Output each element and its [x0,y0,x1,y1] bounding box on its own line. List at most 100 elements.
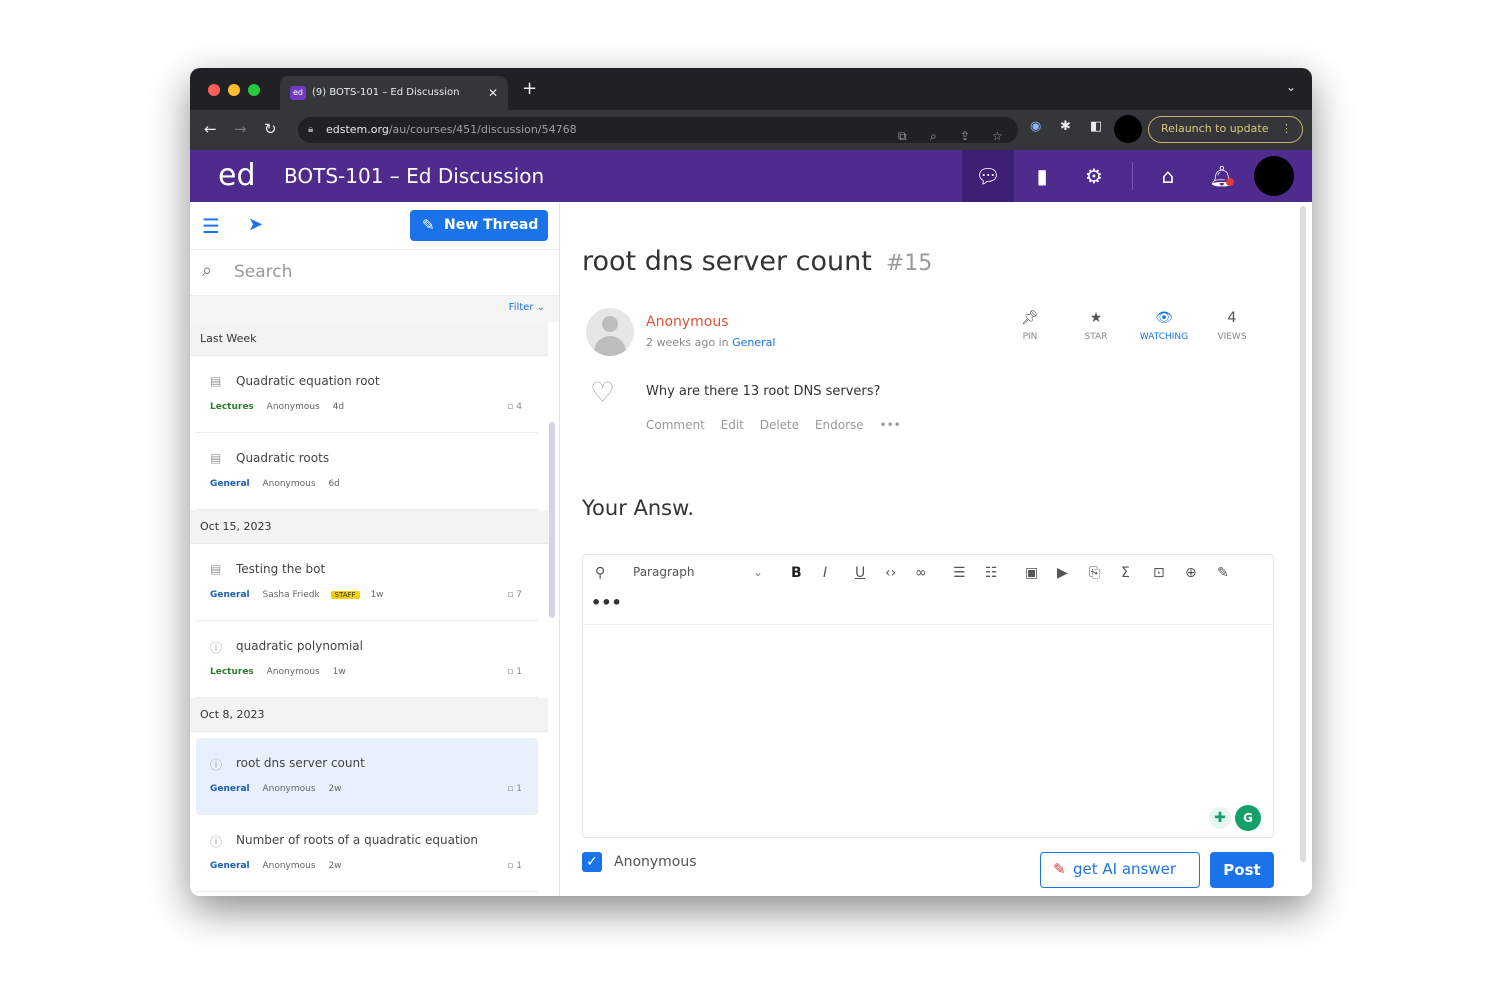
staff-badge: STAFF [330,591,360,599]
back-arrow-icon[interactable]: ← [204,120,217,138]
bullet-list-icon[interactable]: ☰ [953,565,966,581]
thread-item[interactable]: ▤ Quadratic roots General Anonymous 6d [196,433,538,510]
notification-badge [1226,178,1234,186]
video-icon[interactable]: ▶ [1057,565,1068,581]
math-icon[interactable]: Σ [1121,565,1130,581]
compose-icon: ✎ [422,216,435,234]
thread-list-toolbar: ☰ ➤ ✎ New Thread [190,202,559,250]
thread-category: Lectures [210,667,254,677]
thread-item[interactable]: ⓘ Number of roots of a quadratic equatio… [196,815,538,892]
question-icon: ⓘ [210,758,223,772]
watching-button[interactable]: 👁︎ WATCHING [1132,310,1196,342]
course-title: BOTS-101 – Ed Discussion [284,164,545,188]
notifications-bell-icon[interactable]: 🔔︎ [1196,150,1248,202]
discussion-chat-icon[interactable]: 💬︎ [962,150,1014,202]
thread-category: General [210,784,250,794]
close-window-button[interactable] [208,84,220,96]
thread-category: General [210,590,250,600]
reply-count: ▫ 1 [507,861,522,871]
suggestion-icon[interactable]: ✚ [1209,807,1231,829]
thread-item[interactable]: ▤ Testing the bot General Sasha Friedk S… [196,544,538,621]
pin-label: PIN [1022,332,1038,342]
relaunch-button[interactable]: Relaunch to update ⋮ [1148,116,1303,143]
thread-age: 1w [370,590,384,600]
pin-button[interactable]: 📌︎ PIN [998,310,1062,342]
delete-link[interactable]: Delete [760,418,799,432]
thread-author: Anonymous [266,667,320,677]
bold-icon[interactable]: B [791,565,802,581]
grammarly-icon[interactable]: G [1235,805,1261,831]
heart-like-icon[interactable]: ♡ [590,376,615,409]
post-author[interactable]: Anonymous [646,314,729,330]
edit-link[interactable]: Edit [721,418,744,432]
thread-item[interactable]: ⓘ quadratic polynomial Lectures Anonymou… [196,621,538,698]
minimize-window-button[interactable] [228,84,240,96]
star-button[interactable]: ★ STAR [1064,310,1128,342]
user-avatar[interactable] [1254,156,1294,196]
thread-heading: root dns server count #15 [582,246,932,277]
address-bar[interactable]: 🔒︎ edstem.org/au/courses/451/discussion/… [298,117,1018,143]
thread-title: root dns server count [236,756,365,770]
reply-count: ▫ 7 [507,590,522,600]
close-tab-icon[interactable]: ✕ [488,76,498,110]
forward-arrow-icon[interactable]: → [234,120,247,138]
reply-count: ▫ 1 [507,784,522,794]
underline-icon[interactable]: U [855,565,865,581]
numbered-list-icon[interactable]: ☷ [985,565,998,581]
pin-icon: 📌︎ [1021,310,1039,326]
embed-icon[interactable]: ⊕ [1185,565,1197,581]
image-icon[interactable]: ▣ [1025,565,1038,581]
hamburger-menu-icon[interactable]: ☰ [202,214,220,238]
post-category-link[interactable]: General [732,336,775,349]
post-button[interactable]: Post [1210,852,1274,888]
filter-button[interactable]: Filter ⌄ [509,302,545,313]
home-icon[interactable]: ⌂ [1142,150,1194,202]
ed-logo[interactable]: ed [218,158,256,193]
search-input[interactable] [234,258,534,286]
get-ai-answer-button[interactable]: ✎ get AI answer [1040,852,1200,888]
share-icon[interactable]: ⇪ [960,123,970,149]
group-header: Oct 8, 2023 [190,698,548,732]
thread-age: 2w [328,861,342,871]
zoom-icon[interactable]: ⌕ [930,123,937,149]
paragraph-style-select[interactable]: Paragraph ⌄ [633,565,763,579]
browser-window: ed (9) BOTS-101 – Ed Discussion ✕ + ⌄ ← … [190,68,1312,896]
anonymous-label: Anonymous [614,854,697,870]
reload-icon[interactable]: ↻ [264,120,277,138]
link-icon[interactable]: ∞ [915,565,927,581]
browser-tab[interactable]: ed (9) BOTS-101 – Ed Discussion ✕ [280,76,508,110]
profile-avatar[interactable] [1114,115,1142,143]
anonymous-checkbox[interactable]: ✓ [582,852,602,872]
bookmark-star-icon[interactable]: ☆ [992,123,1003,149]
comment-link[interactable]: Comment [646,418,705,432]
zoom-window-button[interactable] [248,84,260,96]
settings-gear-icon[interactable]: ⚙ [1068,150,1120,202]
question-body: Why are there 13 root DNS servers? [646,384,881,399]
more-tools-button[interactable]: ••• [591,593,622,612]
thread-title: quadratic polynomial [236,639,363,653]
side-panel-icon[interactable]: ◧ [1090,119,1102,134]
draw-icon[interactable]: ✎ [1217,565,1229,581]
code-icon[interactable]: ‹› [885,565,896,581]
answer-editor[interactable]: ⚲ Paragraph ⌄ B I U ‹› ∞ ☰ ☷ ▣ ▶ ⎘ Σ ⊡ ⊕… [582,554,1274,838]
thread-item[interactable]: ▤ Quadratic equation root Lectures Anony… [196,356,538,433]
thread-view-scrollbar[interactable] [1300,206,1306,862]
new-tab-plus-icon[interactable]: + [522,78,537,99]
attachment-icon[interactable]: ⎘ [1089,565,1100,581]
thread-age: 1w [332,667,346,677]
tab-search-chevron-icon[interactable]: ⌄ [1286,80,1296,94]
lightbulb-icon[interactable]: ⚲ [595,565,605,581]
analytics-chart-icon[interactable]: ▮ [1016,150,1068,202]
italic-icon[interactable]: I [823,565,827,581]
code-block-icon[interactable]: ⊡ [1153,565,1165,581]
thread-item-selected[interactable]: ⓘ root dns server count General Anonymou… [196,738,538,815]
send-icon[interactable]: ➤ [248,214,263,235]
extension-icon[interactable]: ◉ [1030,119,1041,134]
translate-icon[interactable]: ⧉ [898,123,907,149]
thread-list-scrollbar[interactable] [549,422,555,618]
puzzle-extensions-icon[interactable]: ✱ [1060,119,1071,134]
endorse-link[interactable]: Endorse [815,418,864,432]
more-actions-button[interactable]: ••• [880,418,901,432]
thread-author: Anonymous [262,784,316,794]
new-thread-button[interactable]: ✎ New Thread [410,210,548,241]
